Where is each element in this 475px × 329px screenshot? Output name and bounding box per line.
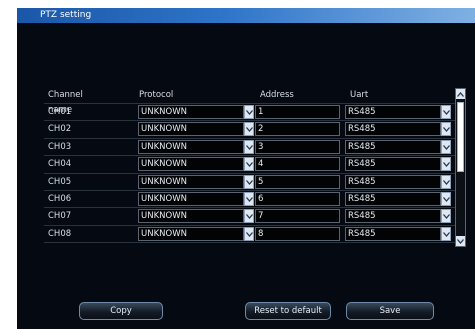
- ptz-setting-window: PTZ setting Channel name Protocol Addres…: [17, 8, 475, 329]
- chevron-down-icon[interactable]: [441, 192, 451, 206]
- uart-select[interactable]: RS485: [345, 140, 441, 154]
- scrollbar[interactable]: [455, 88, 466, 247]
- protocol-select[interactable]: UNKNOWN: [138, 105, 244, 119]
- grid-line: [44, 155, 455, 156]
- chevron-down-icon[interactable]: [441, 227, 451, 241]
- window-title: PTZ setting: [40, 10, 92, 20]
- protocol-select[interactable]: UNKNOWN: [138, 192, 244, 206]
- chevron-down-icon[interactable]: [441, 175, 451, 189]
- scroll-down-button[interactable]: [456, 236, 465, 246]
- address-code-input[interactable]: 7: [255, 209, 340, 223]
- uart-select[interactable]: RS485: [345, 105, 441, 119]
- channel-name: CH03: [48, 142, 72, 152]
- grid-line: [44, 190, 455, 191]
- scrollbar-thumb[interactable]: [457, 102, 464, 172]
- protocol-select[interactable]: UNKNOWN: [138, 175, 244, 189]
- protocol-select[interactable]: UNKNOWN: [138, 227, 244, 241]
- address-code-input[interactable]: 1: [255, 105, 340, 119]
- chevron-down-icon[interactable]: [441, 122, 451, 136]
- column-header-channel: Channel name: [48, 90, 83, 115]
- grid-line: [44, 207, 455, 208]
- chevron-down-icon[interactable]: [244, 175, 254, 189]
- protocol-select[interactable]: UNKNOWN: [138, 122, 244, 136]
- chevron-down-icon[interactable]: [244, 209, 254, 223]
- uart-select[interactable]: RS485: [345, 192, 441, 206]
- uart-select[interactable]: RS485: [345, 209, 441, 223]
- chevron-down-icon[interactable]: [244, 105, 254, 119]
- scroll-up-button[interactable]: [456, 89, 465, 99]
- chevron-down-icon[interactable]: [441, 157, 451, 171]
- grid-line: [44, 103, 455, 104]
- grid-line: [44, 138, 455, 139]
- address-code-input[interactable]: 6: [255, 192, 340, 206]
- channel-name: CH05: [48, 177, 72, 187]
- chevron-down-icon[interactable]: [244, 227, 254, 241]
- channel-name: CH08: [48, 229, 72, 239]
- address-code-input[interactable]: 4: [255, 157, 340, 171]
- chevron-down-icon[interactable]: [244, 122, 254, 136]
- chevron-down-icon[interactable]: [244, 192, 254, 206]
- arrow-up-icon: [457, 91, 464, 97]
- uart-select[interactable]: RS485: [345, 227, 441, 241]
- address-code-input[interactable]: 3: [255, 140, 340, 154]
- grid-line: [44, 242, 455, 243]
- chevron-down-icon[interactable]: [441, 140, 451, 154]
- save-button[interactable]: Save: [346, 302, 434, 320]
- title-bar: PTZ setting: [17, 8, 475, 23]
- protocol-select[interactable]: UNKNOWN: [138, 157, 244, 171]
- channel-name: CH06: [48, 194, 72, 204]
- copy-button[interactable]: Copy: [79, 302, 163, 320]
- address-code-input[interactable]: 2: [255, 122, 340, 136]
- arrow-down-icon: [457, 238, 464, 244]
- column-header-uart: Uart: [350, 90, 369, 100]
- column-header-protocol: Protocol: [139, 90, 174, 100]
- uart-select[interactable]: RS485: [345, 122, 441, 136]
- address-code-input[interactable]: 5: [255, 175, 340, 189]
- column-header-address: Address code: [260, 90, 294, 115]
- reset-to-default-button[interactable]: Reset to default: [245, 302, 331, 320]
- chevron-down-icon[interactable]: [244, 157, 254, 171]
- grid-line: [44, 173, 455, 174]
- grid-line: [44, 225, 455, 226]
- chevron-down-icon[interactable]: [441, 105, 451, 119]
- protocol-select[interactable]: UNKNOWN: [138, 209, 244, 223]
- address-code-input[interactable]: 8: [255, 227, 340, 241]
- protocol-select[interactable]: UNKNOWN: [138, 140, 244, 154]
- channel-name: CH04: [48, 159, 72, 169]
- grid-line: [44, 120, 455, 121]
- channel-name: CH02: [48, 124, 72, 134]
- uart-select[interactable]: RS485: [345, 175, 441, 189]
- chevron-down-icon[interactable]: [441, 209, 451, 223]
- uart-select[interactable]: RS485: [345, 157, 441, 171]
- channel-name: CH07: [48, 211, 72, 221]
- channel-name: CH01: [48, 107, 72, 117]
- chevron-down-icon[interactable]: [244, 140, 254, 154]
